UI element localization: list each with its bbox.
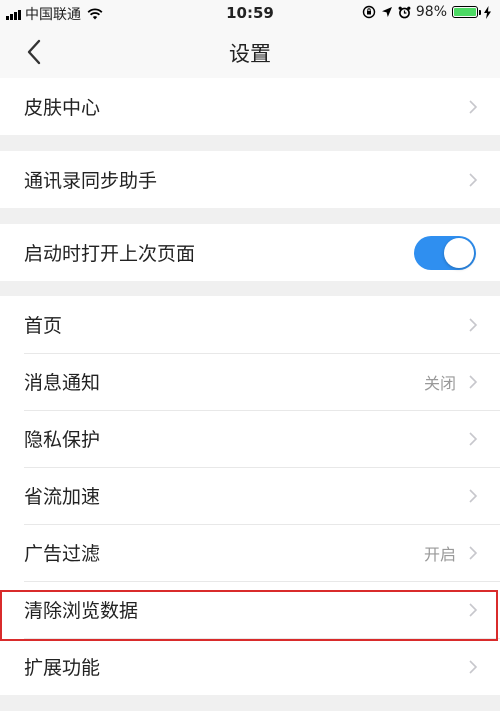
location-icon bbox=[381, 7, 392, 17]
row-label: 清除浏览数据 bbox=[24, 600, 139, 622]
startup-restore-toggle[interactable] bbox=[414, 236, 476, 270]
group-contacts: 通讯录同步助手 bbox=[0, 151, 500, 208]
alarm-icon bbox=[398, 6, 411, 18]
chevron-right-icon bbox=[469, 546, 478, 560]
chevron-right-icon bbox=[469, 603, 478, 617]
battery-icon bbox=[452, 6, 481, 18]
group-main: 首页 消息通知 关闭 隐私保护 省流加速 广告过滤 开启 清除浏览数据 扩展功能 bbox=[0, 296, 500, 695]
row-extensions[interactable]: 扩展功能 bbox=[0, 638, 500, 695]
chevron-right-icon bbox=[469, 318, 478, 332]
chevron-right-icon bbox=[469, 432, 478, 446]
row-label: 消息通知 bbox=[24, 372, 101, 394]
row-label: 省流加速 bbox=[24, 486, 101, 508]
row-home[interactable]: 首页 bbox=[0, 296, 500, 353]
chevron-right-icon bbox=[469, 375, 478, 389]
row-notifications[interactable]: 消息通知 关闭 bbox=[0, 353, 500, 410]
chevron-right-icon bbox=[469, 173, 478, 187]
chevron-right-icon bbox=[469, 660, 478, 674]
row-label: 皮肤中心 bbox=[24, 97, 101, 119]
row-data-saver[interactable]: 省流加速 bbox=[0, 467, 500, 524]
row-label: 首页 bbox=[24, 315, 63, 337]
row-value: 开启 bbox=[423, 544, 456, 564]
status-right: 98% bbox=[362, 4, 492, 20]
row-clear-browsing-data[interactable]: 清除浏览数据 bbox=[0, 581, 500, 638]
row-privacy[interactable]: 隐私保护 bbox=[0, 410, 500, 467]
chevron-right-icon bbox=[469, 100, 478, 114]
chevron-right-icon bbox=[469, 489, 478, 503]
row-skin-center[interactable]: 皮肤中心 bbox=[0, 78, 500, 135]
group-skin: 皮肤中心 bbox=[0, 78, 500, 135]
row-label: 广告过滤 bbox=[24, 543, 101, 565]
row-contacts-sync[interactable]: 通讯录同步助手 bbox=[0, 151, 500, 208]
orientation-lock-icon bbox=[362, 5, 376, 19]
row-ad-filter[interactable]: 广告过滤 开启 bbox=[0, 524, 500, 581]
status-bar: 中国联通 10:59 98% bbox=[0, 0, 500, 26]
toggle-knob bbox=[444, 238, 474, 268]
row-label: 扩展功能 bbox=[24, 657, 101, 679]
row-value: 关闭 bbox=[423, 373, 456, 393]
nav-bar: 设置 bbox=[0, 26, 500, 79]
group-startup: 启动时打开上次页面 bbox=[0, 224, 500, 281]
row-label: 启动时打开上次页面 bbox=[24, 243, 196, 265]
battery-level bbox=[454, 8, 476, 16]
row-label: 隐私保护 bbox=[24, 429, 101, 451]
row-label: 通讯录同步助手 bbox=[24, 170, 158, 192]
battery-percent: 98% bbox=[415, 4, 447, 20]
charging-icon bbox=[484, 5, 491, 19]
page-title: 设置 bbox=[229, 42, 271, 66]
row-startup-restore: 启动时打开上次页面 bbox=[0, 224, 500, 281]
